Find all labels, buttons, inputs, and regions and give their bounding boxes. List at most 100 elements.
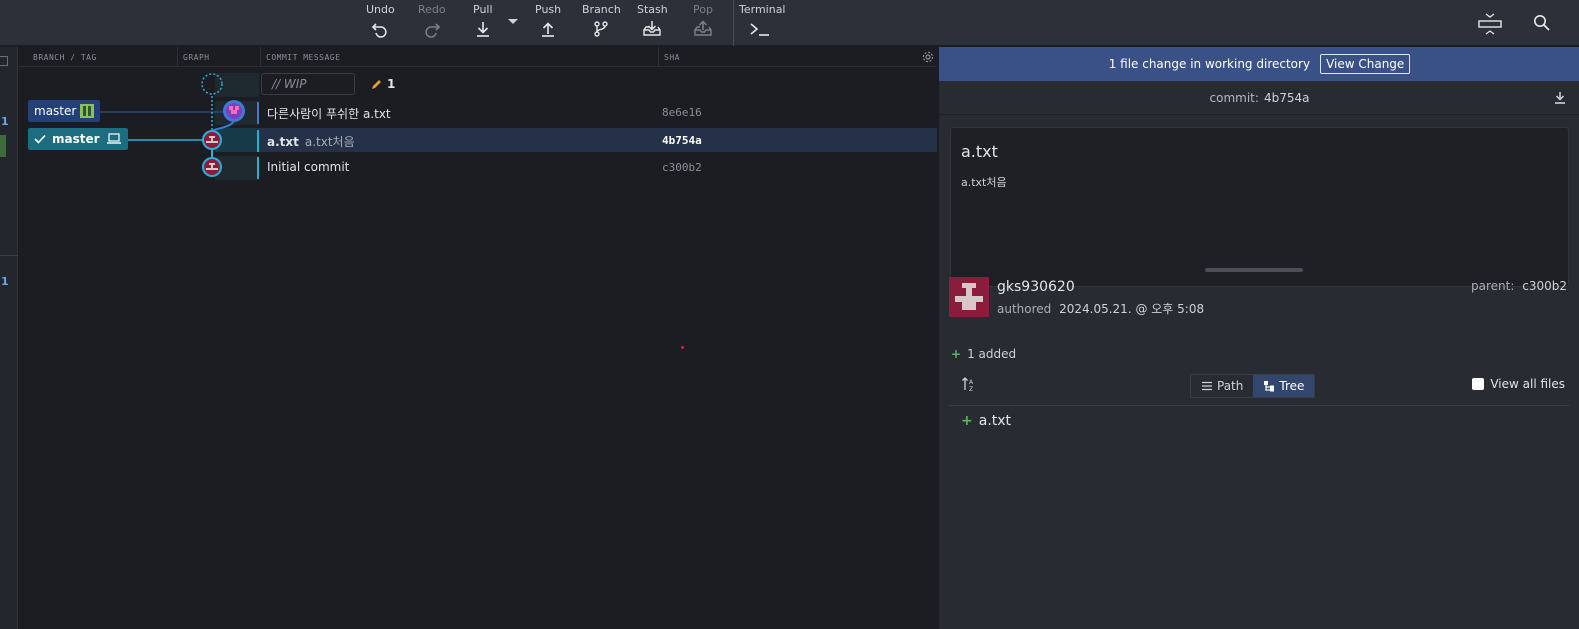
search-button[interactable] bbox=[1533, 14, 1551, 35]
row-color-bar bbox=[257, 157, 259, 179]
path-label: Path bbox=[1217, 379, 1244, 393]
svg-text:Z: Z bbox=[969, 386, 973, 392]
layout-toggle-button[interactable] bbox=[1477, 12, 1503, 39]
sidebar-count: 1 bbox=[1, 115, 9, 128]
cursor-dot bbox=[681, 346, 684, 349]
undo-button[interactable]: Undo bbox=[366, 0, 395, 46]
column-commit-message[interactable]: COMMIT MESSAGE bbox=[266, 53, 340, 62]
commit-details-panel: 1 file change in working directory View … bbox=[938, 47, 1579, 629]
commit-row-selected[interactable]: master a.txt a.txt처음 4b754a bbox=[19, 128, 937, 154]
sidebar-count: 1 bbox=[1, 275, 9, 288]
authored-date: 2024.05.21. @ 오후 5:08 bbox=[1059, 302, 1205, 316]
banner-text: 1 file change in working directory bbox=[1108, 57, 1311, 71]
branch-button[interactable]: Branch bbox=[582, 0, 621, 46]
commit-id-header: commit: 4b754a bbox=[939, 81, 1579, 115]
authored-info: authored 2024.05.21. @ 오후 5:08 bbox=[997, 300, 1204, 317]
file-name: a.txt bbox=[978, 413, 1012, 429]
pencil-icon bbox=[372, 80, 381, 89]
push-icon bbox=[542, 22, 555, 37]
stash-button[interactable]: Stash bbox=[637, 0, 668, 46]
commit-sha: 8e6e16 bbox=[662, 106, 702, 119]
pull-button[interactable]: Pull bbox=[473, 0, 493, 46]
added-summary: +1 added bbox=[951, 347, 1016, 361]
wip-summary-input[interactable]: // WIP bbox=[261, 73, 355, 95]
selected-row-bg bbox=[259, 128, 937, 152]
commit-sha: 4b754a bbox=[662, 134, 702, 147]
caret-down-icon bbox=[508, 19, 518, 24]
pop-icon bbox=[694, 20, 712, 36]
view-change-button[interactable]: View Change bbox=[1320, 54, 1411, 74]
authored-label: authored bbox=[997, 302, 1052, 316]
commit-sha-value[interactable]: 4b754a bbox=[1264, 91, 1310, 105]
row-color-bar bbox=[257, 130, 259, 152]
parent-info: parent: c300b2 bbox=[1471, 279, 1567, 293]
redo-label: Redo bbox=[418, 3, 446, 16]
sort-icon[interactable]: AZ bbox=[961, 376, 977, 392]
path-view-button[interactable]: Path bbox=[1191, 375, 1253, 397]
terminal-icon bbox=[750, 23, 769, 36]
parent-sha[interactable]: c300b2 bbox=[1522, 279, 1567, 293]
stash-icon bbox=[643, 21, 662, 36]
toolbar: Undo Redo Pull Push Branch Stash Pop Ter… bbox=[0, 0, 1579, 46]
push-button[interactable]: Push bbox=[535, 0, 561, 46]
parent-label: parent: bbox=[1471, 279, 1515, 293]
column-divider[interactable] bbox=[658, 47, 659, 67]
remote-avatar-icon bbox=[80, 104, 95, 118]
commit-message: Initial commit bbox=[267, 160, 350, 174]
local-branch-tag[interactable]: master bbox=[28, 128, 128, 150]
search-icon bbox=[1534, 15, 1550, 31]
sidebar-input-edge[interactable] bbox=[0, 56, 8, 66]
pop-button[interactable]: Pop bbox=[693, 0, 713, 46]
branch-icon bbox=[594, 21, 609, 37]
commit-label: commit: bbox=[1209, 90, 1259, 105]
added-text: 1 added bbox=[967, 347, 1017, 361]
remote-branch-tag[interactable]: master bbox=[28, 100, 101, 122]
commit-row[interactable]: master 다른사람이 푸쉬한 a.txt 8e6e16 bbox=[19, 100, 937, 126]
terminal-label: Terminal bbox=[739, 3, 786, 16]
commit-message-box[interactable]: a.txt a.txt처음 bbox=[950, 127, 1569, 287]
checkmark-icon bbox=[34, 134, 46, 144]
redo-icon bbox=[425, 23, 440, 38]
tree-icon bbox=[1264, 381, 1275, 392]
tree-label: Tree bbox=[1279, 379, 1305, 393]
commit-body: a.txt처음 bbox=[961, 176, 1007, 189]
branch-label: Branch bbox=[582, 3, 621, 16]
author-avatar bbox=[949, 277, 989, 317]
resize-handle[interactable] bbox=[1205, 268, 1303, 272]
undo-label: Undo bbox=[366, 3, 395, 16]
column-sha[interactable]: SHA bbox=[664, 53, 680, 62]
stash-label: Stash bbox=[637, 3, 668, 16]
view-all-files-checkbox[interactable] bbox=[1472, 378, 1485, 390]
toolbar-separator bbox=[733, 0, 734, 46]
commit-row[interactable]: Initial commit c300b2 bbox=[19, 155, 937, 181]
author-name: gks930620 bbox=[997, 279, 1075, 295]
commit-graph-panel: BRANCH / TAG GRAPH COMMIT MESSAGE SHA //… bbox=[19, 47, 937, 629]
column-settings-icon[interactable] bbox=[922, 51, 934, 63]
commit-message: a.txt a.txt처음 bbox=[267, 135, 355, 149]
row-color-bar bbox=[257, 102, 259, 124]
pop-label: Pop bbox=[693, 3, 713, 16]
pull-label: Pull bbox=[473, 3, 493, 16]
view-all-files-option[interactable]: View all files bbox=[1472, 377, 1565, 391]
list-icon bbox=[1202, 381, 1212, 391]
download-icon[interactable] bbox=[1554, 91, 1566, 104]
terminal-button[interactable]: Terminal bbox=[739, 0, 786, 46]
redo-button[interactable]: Redo bbox=[418, 0, 446, 46]
files-divider bbox=[949, 405, 1569, 406]
file-list-item[interactable]: + a.txt bbox=[961, 413, 1011, 429]
laptop-icon bbox=[106, 133, 121, 144]
sidebar-active-marker bbox=[0, 135, 6, 157]
local-branch-name: master bbox=[52, 132, 100, 146]
sidebar-divider bbox=[0, 255, 18, 256]
working-directory-banner: 1 file change in working directory View … bbox=[939, 47, 1579, 81]
layout-collapse-icon bbox=[1478, 13, 1502, 35]
view-all-files-label: View all files bbox=[1490, 377, 1565, 391]
remote-branch-name: master bbox=[34, 104, 77, 118]
column-divider[interactable] bbox=[260, 47, 261, 67]
commit-title: a.txt bbox=[961, 142, 998, 161]
tree-view-button[interactable]: Tree bbox=[1253, 375, 1315, 397]
push-label: Push bbox=[535, 3, 562, 16]
pull-icon bbox=[476, 22, 489, 37]
wip-file-count: 1 bbox=[387, 77, 396, 91]
file-view-toggle: Path Tree bbox=[1190, 374, 1316, 398]
